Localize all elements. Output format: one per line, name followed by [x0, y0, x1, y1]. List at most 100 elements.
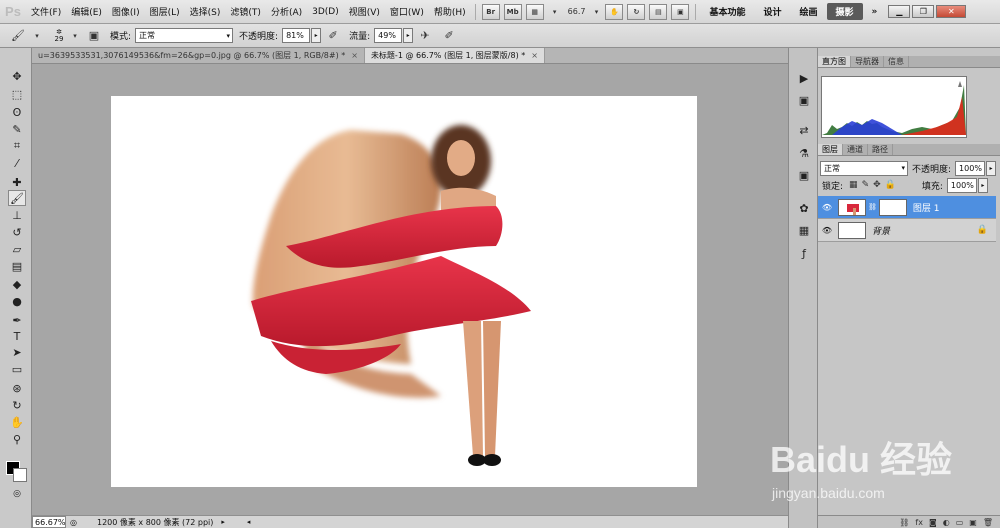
- layer-opacity-input[interactable]: 100%: [955, 160, 986, 176]
- brush-panel-icon[interactable]: ✿: [795, 200, 813, 216]
- lock-all-icon[interactable]: 🔒: [885, 180, 896, 190]
- type-tool-icon[interactable]: T: [8, 328, 26, 344]
- zoom-icon[interactable]: ▾: [548, 4, 562, 20]
- adjustments-panel-icon[interactable]: ⇄: [795, 122, 813, 138]
- more-workspaces-button[interactable]: »: [863, 7, 887, 17]
- adjustment-layer-icon[interactable]: ◐: [943, 518, 950, 527]
- move-tool-icon[interactable]: ✥: [8, 68, 26, 84]
- screen-mode-icon[interactable]: ▣: [671, 3, 690, 20]
- opacity-slider-arrow-icon[interactable]: ▸: [311, 28, 322, 43]
- gradient-tool-icon[interactable]: ▤: [8, 258, 26, 274]
- link-layers-icon[interactable]: ⛓: [899, 518, 909, 527]
- menu-image[interactable]: 图像(I): [107, 5, 145, 18]
- pen-tool-icon[interactable]: ✒: [8, 312, 26, 328]
- tab-histogram[interactable]: 直方图: [818, 56, 851, 67]
- menu-view[interactable]: 视图(V): [344, 5, 385, 18]
- add-mask-icon[interactable]: ◙: [929, 518, 937, 527]
- rotate-view-icon[interactable]: ↻: [627, 3, 646, 20]
- tab-paths[interactable]: 路径: [868, 144, 893, 155]
- document-tab-active[interactable]: 未标题-1 @ 66.7% (图层 1, 图层蒙版/8) * ×: [364, 48, 545, 63]
- airbrush-icon[interactable]: ✈: [416, 27, 434, 45]
- lock-position-icon[interactable]: ✥: [873, 180, 881, 190]
- healing-brush-tool-icon[interactable]: ✚: [8, 174, 26, 190]
- brush-tool-icon[interactable]: 🖌: [9, 27, 27, 45]
- document-canvas[interactable]: [111, 96, 697, 487]
- brush-picker-dropdown-icon[interactable]: ▾: [71, 27, 79, 45]
- menu-select[interactable]: 选择(S): [185, 5, 226, 18]
- history-panel-icon[interactable]: ▣: [795, 92, 813, 108]
- layer-opacity-arrow-icon[interactable]: ▸: [986, 160, 997, 176]
- layer-name[interactable]: 图层 1: [913, 201, 940, 214]
- status-menu-arrow-icon[interactable]: ▸: [221, 518, 225, 526]
- eraser-tool-icon[interactable]: ▱: [8, 241, 26, 257]
- dodge-tool-icon[interactable]: ●: [8, 293, 26, 309]
- path-select-tool-icon[interactable]: ➤: [8, 344, 26, 360]
- layer-row[interactable]: 👁 背景 🔒: [818, 219, 996, 242]
- new-layer-icon[interactable]: ▣: [969, 518, 977, 527]
- tab-layers[interactable]: 图层: [818, 144, 843, 155]
- blend-mode-select[interactable]: 正常 ▾: [820, 160, 908, 176]
- workspace-photography[interactable]: 摄影: [826, 3, 863, 20]
- layer-mask-thumbnail[interactable]: [878, 198, 907, 216]
- status-info-icon[interactable]: ◎: [70, 518, 77, 527]
- menu-layer[interactable]: 图层(L): [145, 5, 185, 18]
- 3d-orbit-tool-icon[interactable]: ↻: [8, 397, 26, 413]
- marquee-tool-icon[interactable]: ⬚: [8, 86, 26, 102]
- fill-input[interactable]: 100%: [946, 177, 977, 193]
- layer-name[interactable]: 背景: [872, 224, 890, 237]
- shape-tool-icon[interactable]: ▭: [8, 361, 26, 377]
- brush-preset-picker[interactable]: ✲ 29: [50, 28, 68, 43]
- menu-3d[interactable]: 3D(D): [307, 7, 344, 17]
- lock-paint-icon[interactable]: ✎: [862, 180, 870, 190]
- close-icon[interactable]: ×: [531, 51, 538, 60]
- fx-panel-icon[interactable]: ƒ: [795, 245, 813, 261]
- arrange-documents-icon[interactable]: ▤: [649, 3, 668, 20]
- menu-help[interactable]: 帮助(H): [429, 5, 471, 18]
- scroll-left-arrow-icon[interactable]: ◂: [247, 518, 251, 526]
- menu-file[interactable]: 文件(F): [26, 5, 66, 18]
- fill-arrow-icon[interactable]: ▸: [977, 177, 988, 193]
- canvas-workspace[interactable]: [32, 64, 788, 515]
- menu-analysis[interactable]: 分析(A): [266, 5, 307, 18]
- hand-tool-icon[interactable]: ✋: [605, 3, 624, 20]
- chain-link-icon[interactable]: ⛓: [868, 203, 877, 211]
- delete-layer-icon[interactable]: 🗑: [983, 518, 993, 527]
- menu-window[interactable]: 窗口(W): [385, 5, 429, 18]
- layer-style-icon[interactable]: fx: [915, 518, 923, 527]
- mini-bridge-button[interactable]: Mb: [503, 3, 522, 20]
- tab-info[interactable]: 信息: [884, 56, 909, 67]
- layer-row[interactable]: 👁 ⛓ 图层 1: [818, 196, 996, 219]
- bridge-button[interactable]: Br: [481, 3, 500, 20]
- flow-slider-arrow-icon[interactable]: ▸: [403, 28, 414, 43]
- close-icon[interactable]: ×: [351, 51, 358, 60]
- menu-edit[interactable]: 编辑(E): [66, 5, 107, 18]
- crop-tool-icon[interactable]: ⌗: [8, 138, 26, 154]
- pressure-size-icon[interactable]: ✐: [440, 27, 458, 45]
- zoom-dropdown-icon[interactable]: ▾: [591, 4, 601, 20]
- tool-preset-dropdown-icon[interactable]: ▾: [33, 27, 41, 45]
- menu-filter[interactable]: 滤镜(T): [225, 5, 266, 18]
- minimize-button[interactable]: ▁: [888, 5, 911, 18]
- blur-tool-icon[interactable]: ◆: [8, 276, 26, 292]
- restore-button[interactable]: ❐: [912, 5, 935, 18]
- quick-mask-icon[interactable]: ◎: [8, 486, 26, 502]
- tab-channels[interactable]: 通道: [843, 144, 868, 155]
- clone-stamp-tool-icon[interactable]: ⊥: [8, 207, 26, 223]
- pressure-opacity-icon[interactable]: ✐: [324, 27, 342, 45]
- mode-select[interactable]: 正常 ▾: [135, 28, 234, 43]
- workspace-essentials[interactable]: 基本功能: [700, 5, 754, 18]
- brush-tool-icon[interactable]: 🖌: [8, 190, 26, 206]
- visibility-eye-icon[interactable]: 👁: [820, 226, 834, 235]
- brush-panel-toggle-icon[interactable]: ▣: [85, 27, 103, 45]
- quick-select-tool-icon[interactable]: ✎: [8, 121, 26, 137]
- zoom-tool-icon[interactable]: ⚲: [8, 431, 26, 447]
- lasso-tool-icon[interactable]: ʘ: [8, 104, 26, 120]
- close-button[interactable]: ✕: [936, 5, 967, 18]
- background-color-swatch[interactable]: [13, 468, 27, 482]
- eyedropper-tool-icon[interactable]: ⁄: [8, 155, 26, 171]
- workspace-painting[interactable]: 绘画: [790, 5, 826, 18]
- clone-source-panel-icon[interactable]: ▦: [795, 222, 813, 238]
- history-brush-tool-icon[interactable]: ↺: [8, 224, 26, 240]
- styles-panel-icon[interactable]: ⚗: [795, 145, 813, 161]
- opacity-input[interactable]: 81%: [282, 28, 311, 43]
